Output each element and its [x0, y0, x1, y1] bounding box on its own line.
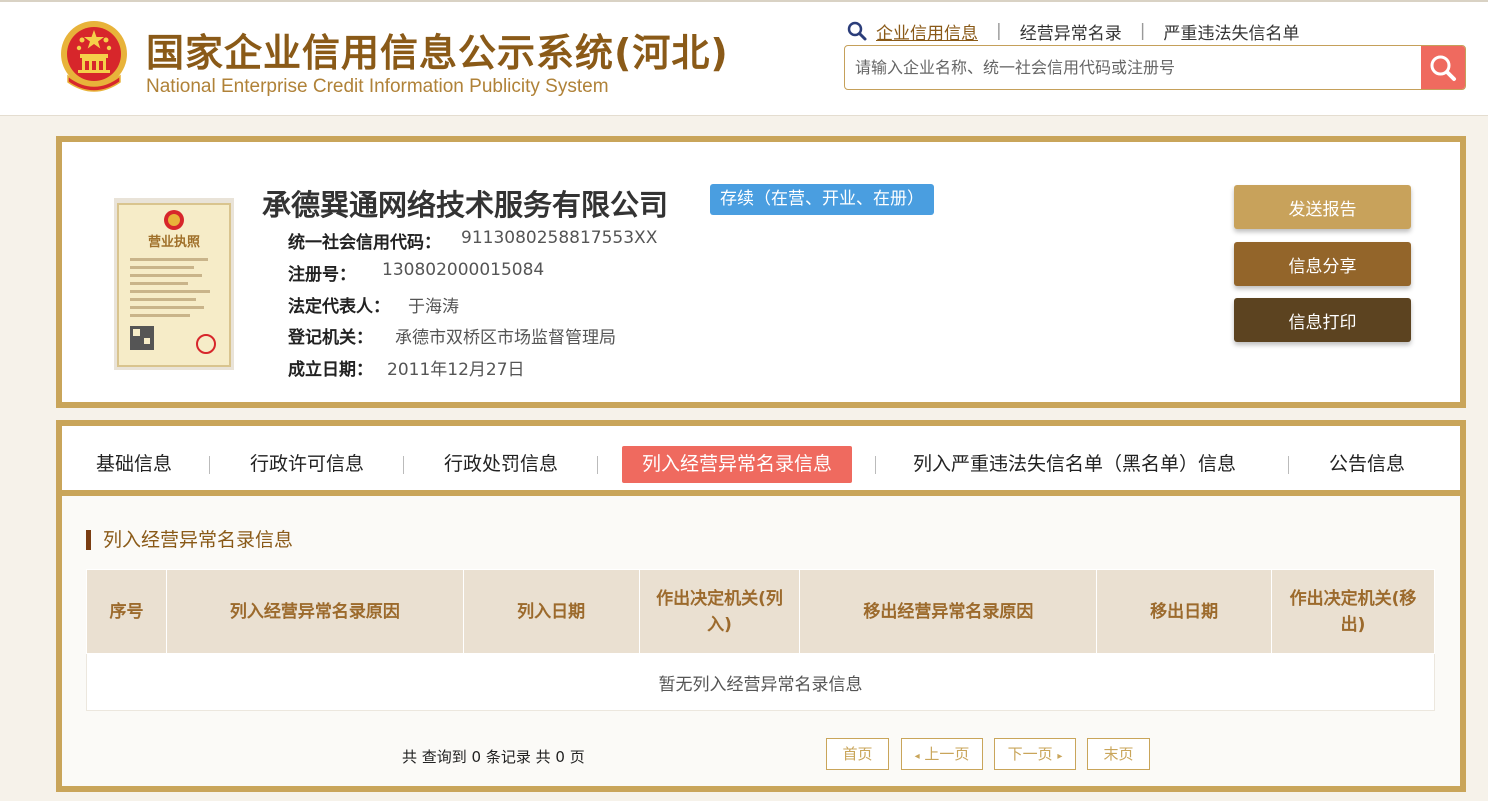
col-header-list-date: 列入日期	[462, 569, 640, 654]
empty-message: 暂无列入经营异常名录信息	[86, 653, 1435, 711]
last-page-label: 末页	[1103, 745, 1134, 763]
site-title: 国家企业信用信息公示系统(河北)	[146, 31, 729, 75]
site-header: 国家企业信用信息公示系统(河北) National Enterprise Cre…	[0, 0, 1488, 116]
tabs-panel: 基础信息 行政许可信息 行政处罚信息 列入经营异常名录信息 列入严重违法失信名单…	[56, 420, 1466, 792]
reg-no-label: 注册号：	[288, 265, 356, 285]
tab-separator	[403, 456, 404, 474]
first-page-button[interactable]: 首页	[826, 738, 889, 770]
tab-announcements[interactable]: 公告信息	[1329, 446, 1405, 483]
status-badge: 存续（在营、开业、在册）	[710, 184, 934, 215]
site-subtitle-en: National Enterprise Credit Information P…	[146, 76, 609, 97]
first-page-label: 首页	[842, 745, 873, 763]
table-row: 暂无列入经营异常名录信息	[86, 653, 1435, 711]
col-header-list-reason: 列入经营异常名录原因	[165, 569, 464, 654]
tab-separator	[597, 456, 598, 474]
record-summary: 共 查询到 0 条记录 共 0 页	[402, 748, 585, 766]
tab-admin-penalty[interactable]: 行政处罚信息	[444, 446, 558, 483]
prev-page-label: 上一页	[924, 745, 970, 763]
authority-label: 登记机关：	[288, 328, 373, 348]
col-header-remove-date: 移出日期	[1096, 569, 1273, 654]
col-header-remove-authority: 作出决定机关(移出)	[1271, 569, 1435, 654]
established-label: 成立日期：	[288, 360, 373, 380]
reg-no-value: 130802000015084	[382, 260, 545, 280]
search-box	[844, 45, 1466, 90]
nav-enterprise-credit[interactable]: 企业信用信息	[876, 19, 978, 44]
search-input[interactable]	[845, 46, 1423, 89]
authority-value: 承德市双桥区市场监督管理局	[395, 328, 616, 348]
last-page-button[interactable]: 末页	[1087, 738, 1150, 770]
legal-rep-row: 法定代表人： 于海涛	[288, 292, 459, 317]
credit-code-row: 统一社会信用代码： 9113080258817553XX	[288, 228, 657, 253]
company-panel: 营业执照 承德巽通网络技术服务有限公司 存续（在营、开业、在册） 统一社会信用代…	[56, 136, 1466, 408]
nav-serious-violations[interactable]: 严重违法失信名单	[1163, 19, 1299, 44]
credit-code-label: 统一社会信用代码：	[288, 233, 441, 253]
legal-rep-value: 于海涛	[408, 297, 459, 317]
tab-basic-info[interactable]: 基础信息	[96, 446, 172, 483]
search-button[interactable]	[1421, 46, 1465, 89]
nav-abnormal-operations[interactable]: 经营异常名录	[1020, 19, 1122, 44]
nav-separator: |	[996, 21, 1002, 41]
authority-row: 登记机关： 承德市双桥区市场监督管理局	[288, 323, 616, 348]
col-header-remove-reason: 移出经营异常名录原因	[799, 569, 1098, 654]
share-button[interactable]: 信息分享	[1234, 242, 1411, 286]
credit-code-value: 9113080258817553XX	[461, 228, 658, 248]
records-table: 序号 列入经营异常名录原因 列入日期 作出决定机关(列入) 移出经营异常名录原因…	[86, 569, 1435, 711]
next-page-button[interactable]: 下一页 ▸	[994, 738, 1076, 770]
section-title: 列入经营异常名录信息	[86, 530, 293, 550]
print-button[interactable]: 信息打印	[1234, 298, 1411, 342]
established-row: 成立日期： 2011年12月27日	[288, 355, 525, 380]
company-name: 承德巽通网络技术服务有限公司	[262, 188, 669, 222]
tab-separator	[1288, 456, 1289, 474]
caret-left-icon: ◂	[914, 751, 920, 762]
legal-rep-label: 法定代表人：	[288, 297, 390, 317]
search-icon	[847, 21, 867, 41]
col-header-list-authority: 作出决定机关(列入)	[638, 569, 801, 654]
tab-blacklist[interactable]: 列入严重违法失信名单（黑名单）信息	[913, 446, 1236, 483]
top-nav: 企业信用信息 | 经营异常名录 | 严重违法失信名单	[846, 19, 1299, 44]
national-emblem-icon	[61, 21, 127, 92]
tab-admin-license[interactable]: 行政许可信息	[250, 446, 364, 483]
tab-bar: 基础信息 行政许可信息 行政处罚信息 列入经营异常名录信息 列入严重违法失信名单…	[62, 426, 1460, 496]
send-report-button[interactable]: 发送报告	[1234, 185, 1411, 229]
tab-abnormal-operations[interactable]: 列入经营异常名录信息	[622, 446, 853, 483]
col-header-index: 序号	[86, 569, 167, 654]
reg-no-row: 注册号： 130802000015084	[288, 260, 544, 285]
magnifier-icon	[1430, 55, 1456, 81]
next-page-label: 下一页	[1007, 745, 1053, 763]
table-header-row: 序号 列入经营异常名录原因 列入日期 作出决定机关(列入) 移出经营异常名录原因…	[86, 569, 1435, 654]
business-license-icon: 营业执照	[114, 198, 234, 370]
prev-page-button[interactable]: ◂ 上一页	[901, 738, 983, 770]
license-title: 营业执照	[148, 234, 200, 250]
tab-separator	[209, 456, 210, 474]
tab-separator	[875, 456, 876, 474]
nav-separator: |	[1139, 21, 1146, 41]
caret-right-icon: ▸	[1057, 751, 1063, 762]
established-value: 2011年12月27日	[387, 360, 525, 380]
